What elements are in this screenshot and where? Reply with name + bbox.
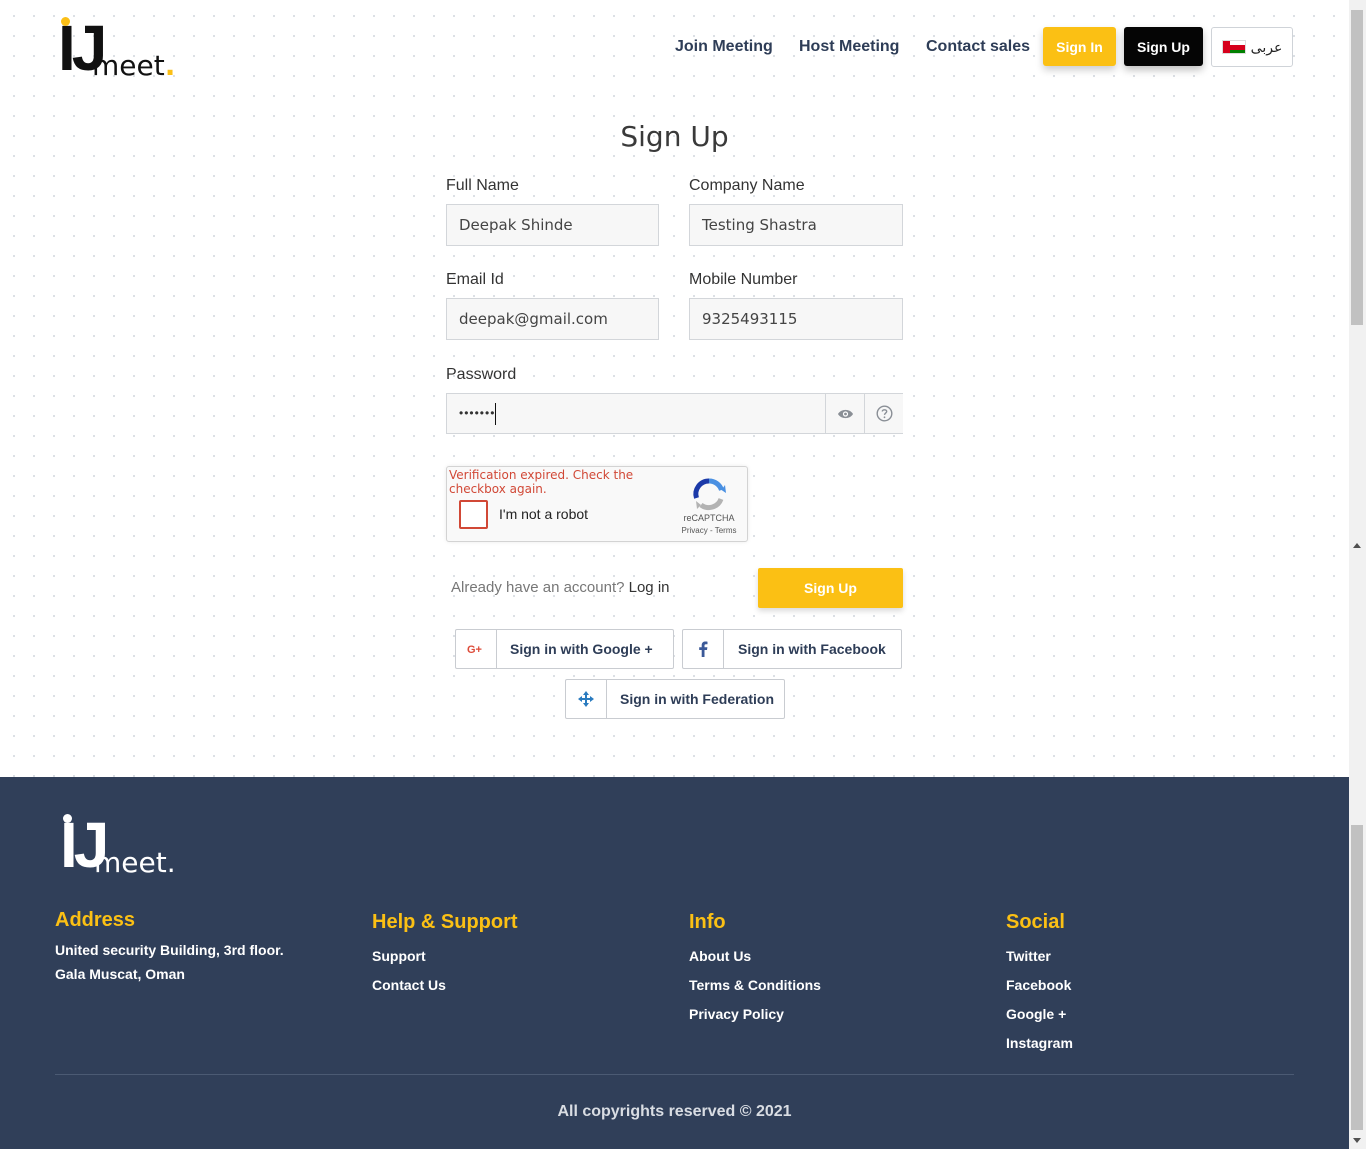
eye-icon[interactable] bbox=[825, 394, 864, 433]
sign-up-nav-button[interactable]: Sign Up bbox=[1124, 27, 1203, 66]
recaptcha-checkbox[interactable] bbox=[459, 500, 488, 529]
recaptcha-label: I'm not a robot bbox=[499, 506, 589, 522]
page: IJ meet. Join Meeting Host Meeting Conta… bbox=[0, 0, 1349, 1149]
footer-link-instagram[interactable]: Instagram bbox=[1006, 1035, 1073, 1051]
text-caret bbox=[495, 403, 496, 425]
footer-link-terms[interactable]: Terms & Conditions bbox=[689, 977, 821, 993]
footer-link-facebook[interactable]: Facebook bbox=[1006, 977, 1071, 993]
svg-text:G+: G+ bbox=[467, 644, 482, 655]
footer-link-twitter[interactable]: Twitter bbox=[1006, 948, 1051, 964]
logo-dot-accent bbox=[61, 17, 70, 26]
facebook-signin-button[interactable]: Sign in with Facebook bbox=[682, 629, 902, 669]
language-label: عربى bbox=[1250, 38, 1283, 55]
company-name-input[interactable]: Testing Shastra bbox=[689, 204, 903, 246]
footer-address-heading: Address bbox=[55, 909, 136, 931]
footer-address-line-2: Gala Muscat, Oman bbox=[55, 966, 185, 982]
recaptcha-logo-icon bbox=[693, 478, 726, 511]
password-input[interactable]: ••••••• bbox=[446, 393, 903, 434]
mobile-label: Mobile Number bbox=[689, 271, 798, 288]
page-title: Sign Up bbox=[620, 120, 729, 153]
password-label: Password bbox=[446, 366, 517, 383]
footer-divider bbox=[55, 1074, 1294, 1075]
recaptcha-error: Verification expired. Check the checkbox… bbox=[449, 468, 634, 496]
footer-link-google-plus[interactable]: Google + bbox=[1006, 1006, 1066, 1022]
scroll-down-arrow-icon[interactable] bbox=[1353, 1138, 1361, 1143]
scrollbar-thumb-upper[interactable] bbox=[1351, 10, 1363, 325]
recaptcha-widget: Verification expired. Check the checkbox… bbox=[446, 466, 748, 542]
facebook-icon bbox=[683, 630, 724, 668]
full-name-label: Full Name bbox=[446, 177, 519, 194]
recaptcha-terms-link[interactable]: Terms bbox=[715, 526, 737, 535]
facebook-signin-label: Sign in with Facebook bbox=[738, 641, 886, 657]
footer-logo-text: meet. bbox=[94, 846, 176, 879]
footer-address-line-1: United security Building, 3rd floor. bbox=[55, 942, 284, 958]
login-prompt: Already have an account? Log in bbox=[451, 579, 670, 596]
google-signin-button[interactable]: G+ Sign in with Google + bbox=[455, 629, 674, 669]
footer-link-support[interactable]: Support bbox=[372, 948, 426, 964]
sign-in-button[interactable]: Sign In bbox=[1043, 27, 1116, 66]
page-scrollbar[interactable] bbox=[1349, 0, 1366, 1149]
password-value: ••••••• bbox=[459, 406, 496, 420]
google-plus-icon: G+ bbox=[456, 630, 497, 668]
federation-signin-label: Sign in with Federation bbox=[620, 691, 774, 707]
federation-signin-button[interactable]: Sign in with Federation bbox=[565, 679, 785, 719]
header: IJ meet. Join Meeting Host Meeting Conta… bbox=[0, 0, 1349, 96]
footer-help-heading: Help & Support bbox=[372, 911, 518, 933]
oman-flag-icon bbox=[1221, 40, 1246, 54]
footer-logo-dot bbox=[63, 814, 72, 823]
email-input[interactable]: deepak@gmail.com bbox=[446, 298, 659, 340]
footer-link-privacy[interactable]: Privacy Policy bbox=[689, 1006, 784, 1022]
language-switcher[interactable]: عربى bbox=[1211, 27, 1293, 67]
federation-icon bbox=[566, 680, 607, 718]
sign-up-submit-button[interactable]: Sign Up bbox=[758, 568, 903, 608]
footer-link-contact-us[interactable]: Contact Us bbox=[372, 977, 446, 993]
nav-host-meeting[interactable]: Host Meeting bbox=[799, 38, 899, 56]
login-link[interactable]: Log in bbox=[629, 579, 670, 596]
scroll-up-arrow-icon[interactable] bbox=[1353, 543, 1361, 548]
email-label: Email Id bbox=[446, 271, 504, 288]
nav-join-meeting[interactable]: Join Meeting bbox=[675, 38, 773, 56]
recaptcha-links: Privacy - Terms bbox=[681, 526, 737, 535]
full-name-input[interactable]: Deepak Shinde bbox=[446, 204, 659, 246]
help-circle-icon[interactable] bbox=[864, 394, 903, 433]
footer: IJ meet. Address United security Buildin… bbox=[0, 777, 1349, 1149]
recaptcha-brand: reCAPTCHA bbox=[683, 513, 735, 523]
brand-logo[interactable]: IJ meet. bbox=[58, 16, 175, 82]
google-signin-label: Sign in with Google + bbox=[510, 641, 653, 657]
company-name-label: Company Name bbox=[689, 177, 805, 194]
logo-text: meet. bbox=[92, 49, 176, 82]
nav-contact-sales[interactable]: Contact sales bbox=[926, 38, 1030, 56]
footer-info-heading: Info bbox=[689, 911, 726, 933]
scrollbar-thumb-lower[interactable] bbox=[1351, 825, 1363, 1130]
already-account-text: Already have an account? bbox=[451, 579, 625, 596]
recaptcha-privacy-link[interactable]: Privacy bbox=[682, 526, 708, 535]
footer-social-heading: Social bbox=[1006, 911, 1065, 933]
footer-link-about-us[interactable]: About Us bbox=[689, 948, 751, 964]
mobile-input[interactable]: 9325493115 bbox=[689, 298, 903, 340]
footer-copyright: All copyrights reserved © 2021 bbox=[557, 1103, 792, 1120]
footer-logo: IJ meet. bbox=[60, 813, 176, 879]
